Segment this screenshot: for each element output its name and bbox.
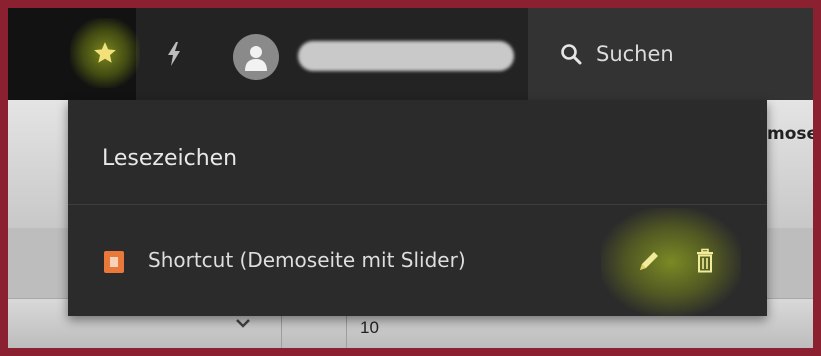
delete-bookmark-button[interactable] [690,246,720,276]
edit-bookmark-button[interactable] [634,246,664,276]
bookmarks-dropdown: Lesezeichen Shortcut (Demoseite mit Slid… [68,100,767,316]
user-avatar[interactable] [233,34,279,80]
background-partial-heading: mose [767,124,813,144]
actions-highlight [601,208,741,316]
lightning-bolt-icon [168,42,180,66]
trash-icon [697,248,713,273]
background-cell-value: 10 [360,318,379,337]
bookmark-item[interactable]: Shortcut (Demoseite mit Slider) [68,208,767,316]
dropdown-divider [68,204,767,205]
star-icon [94,42,116,63]
search-icon [561,44,582,65]
bookmarks-button[interactable] [70,18,140,88]
search-button[interactable]: Suchen [560,34,674,74]
search-label: Suchen [596,42,674,66]
user-avatar-icon [245,46,267,71]
live-search-button[interactable] [154,34,194,74]
top-toolbar: Suchen [8,8,813,100]
page-icon [104,251,124,273]
bookmark-item-label[interactable]: Shortcut (Demoseite mit Slider) [148,248,466,272]
bookmarks-title: Lesezeichen [102,146,238,171]
window-frame: mose 10 Suchen Lesezeichen Shortcut (Dem… [8,8,813,348]
pencil-icon [640,252,658,270]
user-name-redacted[interactable] [298,41,514,71]
chevron-down-icon[interactable] [232,314,254,332]
